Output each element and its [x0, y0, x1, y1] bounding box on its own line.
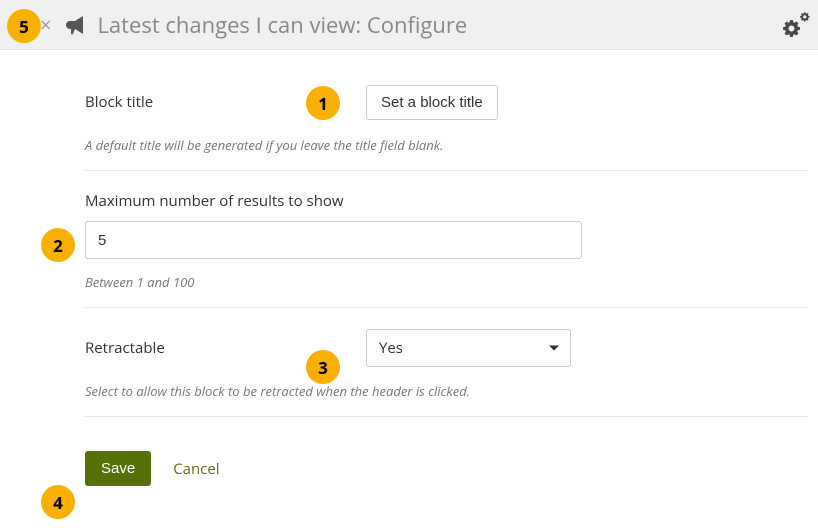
megaphone-icon	[63, 13, 87, 37]
annotation-badge-2: 2	[41, 228, 75, 262]
retractable-select-value[interactable]: Yes	[366, 329, 571, 367]
gear-icon[interactable]	[780, 10, 810, 40]
max-results-label: Maximum number of results to show	[85, 191, 808, 211]
panel-title: Latest changes I can view: Configure	[97, 10, 467, 40]
set-block-title-button[interactable]: Set a block title	[366, 85, 498, 120]
panel-body: Block title Set a block title A default …	[0, 50, 818, 486]
retractable-row: Retractable Yes	[85, 328, 808, 368]
annotation-badge-3: 3	[306, 350, 340, 384]
divider	[85, 416, 808, 417]
annotation-badge-5: 5	[7, 9, 41, 43]
retractable-select[interactable]: Yes	[366, 329, 571, 367]
annotation-badge-4: 4	[41, 485, 75, 519]
max-results-input[interactable]	[85, 221, 582, 259]
block-title-help: A default title will be generated if you…	[85, 136, 808, 154]
panel-header: × Latest changes I can view: Configure	[0, 0, 818, 50]
action-row: Save Cancel	[85, 451, 808, 486]
divider	[85, 170, 808, 171]
annotation-badge-1: 1	[306, 86, 340, 120]
cancel-link[interactable]: Cancel	[173, 459, 219, 479]
retractable-help: Select to allow this block to be retract…	[85, 382, 808, 400]
save-button[interactable]: Save	[85, 451, 151, 486]
close-icon[interactable]: ×	[40, 15, 51, 35]
divider	[85, 307, 808, 308]
block-title-row: Block title Set a block title	[85, 82, 808, 122]
max-results-help: Between 1 and 100	[85, 273, 808, 291]
